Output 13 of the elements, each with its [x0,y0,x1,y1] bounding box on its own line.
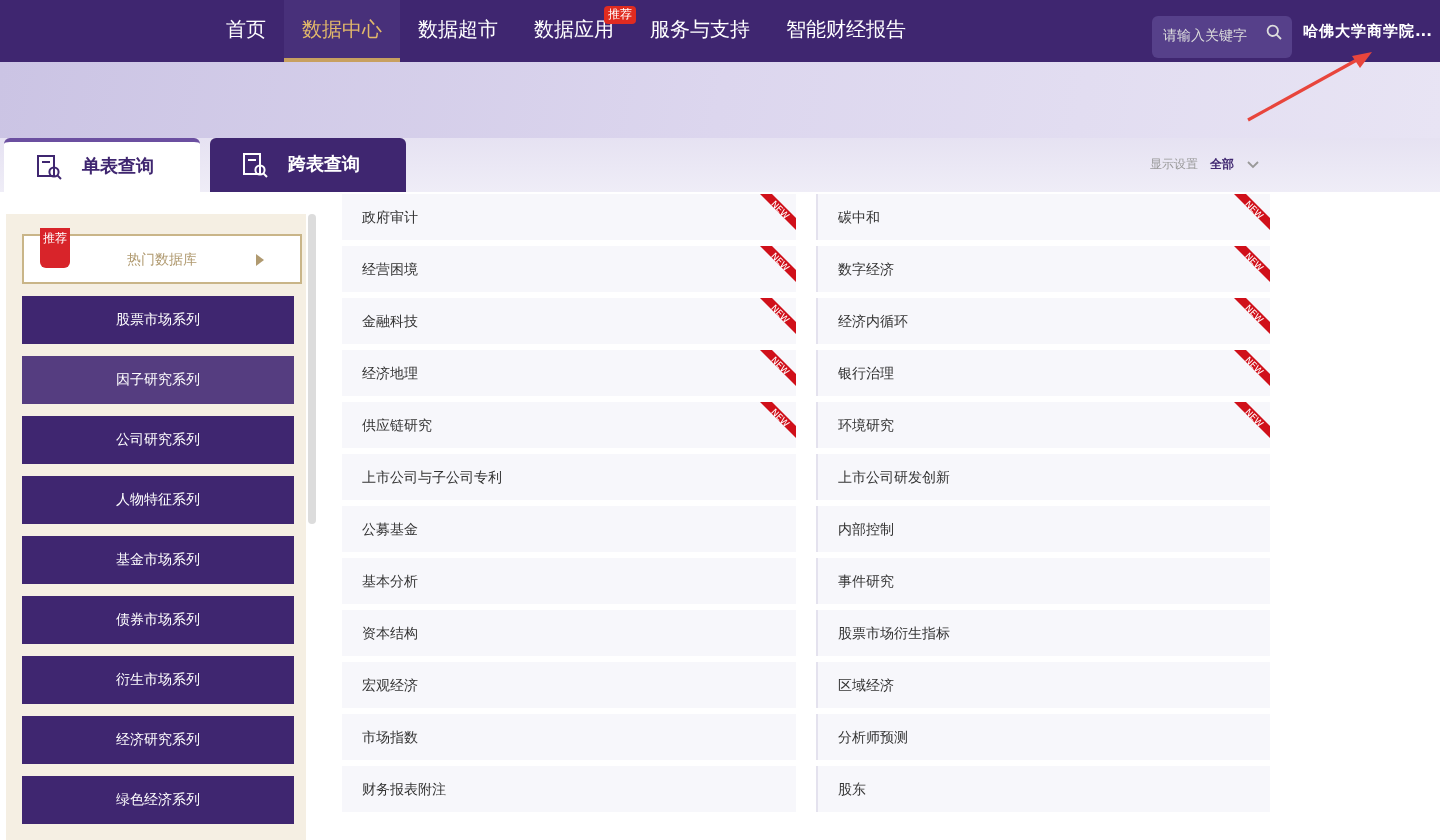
nav-item[interactable]: 数据超市 [400,0,516,62]
nav-item[interactable]: 首页 [208,0,284,62]
nav-item[interactable]: 智能财经报告 [768,0,924,62]
tab[interactable]: 跨表查询 [210,138,406,192]
document-search-icon [242,152,268,178]
document-search-icon [36,154,62,180]
nav-item[interactable]: 数据中心 [284,0,400,62]
tab[interactable]: 单表查询 [4,138,200,192]
caret-icon [256,254,264,266]
annotation-arrow [1244,48,1376,124]
nav-item[interactable]: 服务与支持 [632,0,768,62]
chevron-down-icon[interactable] [1246,160,1260,170]
search-icon[interactable] [1266,23,1283,39]
